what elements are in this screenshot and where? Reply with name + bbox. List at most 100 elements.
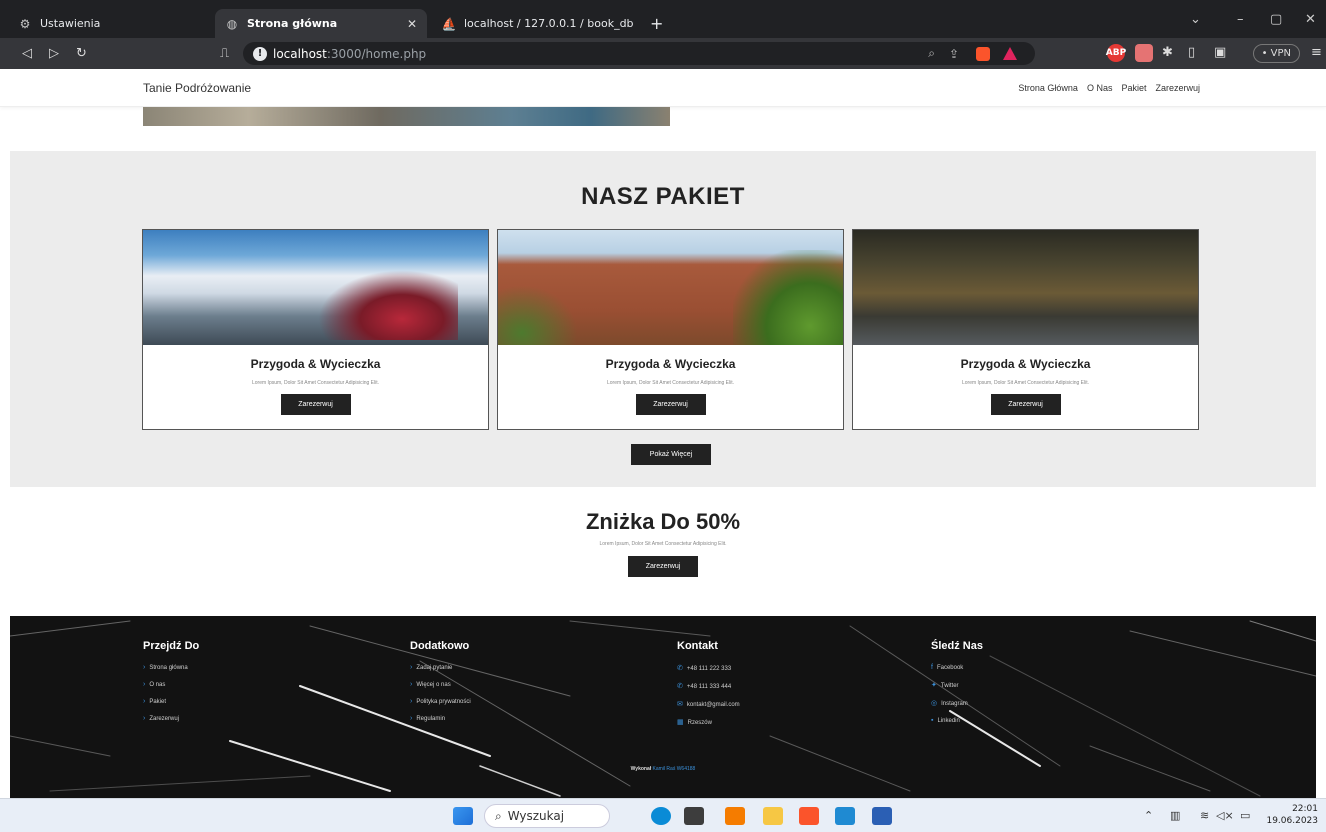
clock-time: 22:01: [1292, 804, 1318, 814]
vpn-button[interactable]: • VPN: [1252, 44, 1300, 63]
chevron-down-icon[interactable]: ⌄: [1190, 12, 1201, 27]
footer-link-home[interactable]: › Strona główna: [143, 664, 199, 671]
footer-link-linkedin[interactable]: ▪ Linkedin: [931, 717, 983, 724]
vscode-icon[interactable]: [835, 807, 855, 825]
restore-icon[interactable]: ▢: [1270, 12, 1282, 27]
footer-column-extra: Dodatkowo › Zadaj pytanie › Więcej o nas ›…: [410, 640, 471, 732]
chevron-right-icon: ›: [143, 681, 146, 688]
about-image: [143, 107, 670, 126]
footer-link-facebook[interactable]: f Facebook: [931, 664, 983, 671]
puzzle-icon[interactable]: ✱: [1162, 45, 1173, 60]
nav-link-book[interactable]: Zarezerwuj: [1155, 83, 1200, 93]
file-explorer-icon[interactable]: [763, 807, 783, 825]
share-icon[interactable]: ⇪: [949, 47, 959, 61]
book-button[interactable]: Zarezerwuj: [280, 394, 351, 415]
xampp-icon[interactable]: [725, 807, 745, 825]
reload-icon[interactable]: ↻: [76, 46, 87, 61]
zoom-icon[interactable]: ⌕: [928, 46, 935, 61]
footer-credit: Wykonał Kamil Raś W64188: [10, 766, 1316, 772]
windows-taskbar: ⌕ Wyszukaj ⌃ ▥ ≋ ◁× ▭ 22:01 19.06.2023: [0, 798, 1326, 832]
chevron-right-icon: ›: [143, 715, 146, 722]
tab-phpmyadmin[interactable]: ⛵ localhost / 127.0.0.1 / book_db / book: [432, 9, 637, 38]
nav-link-about[interactable]: O Nas: [1087, 83, 1113, 93]
card-image-brick-castle: [498, 230, 843, 345]
battery-icon[interactable]: ▭: [1240, 809, 1250, 822]
copilot-icon[interactable]: [651, 807, 671, 825]
taskbar-clock[interactable]: 22:01 19.06.2023: [1266, 803, 1318, 827]
book-button[interactable]: Zarezerwuj: [635, 394, 706, 415]
footer-phone-2[interactable]: ✆ +48 111 333 444: [677, 682, 740, 690]
url-path: :3000/home.php: [326, 46, 427, 61]
menu-icon[interactable]: ≡: [1311, 45, 1322, 60]
chevron-right-icon: ›: [143, 698, 146, 705]
url-host: localhost: [273, 46, 327, 61]
wallet-icon[interactable]: ▣: [1214, 45, 1226, 60]
brave-browser-icon[interactable]: [799, 807, 819, 825]
network-icon[interactable]: ▥: [1170, 809, 1180, 822]
task-view-icon[interactable]: [684, 807, 704, 825]
site-header: Tanie Podróżowanie Strona Główna O Nas P…: [0, 69, 1326, 107]
search-icon: ⌕: [495, 808, 502, 823]
nav-link-home[interactable]: Strona Główna: [1018, 83, 1078, 93]
map-icon: ▦: [677, 719, 684, 726]
phone-icon: ✆: [677, 683, 683, 690]
footer-link-about[interactable]: › O nas: [143, 681, 199, 688]
footer-email[interactable]: ✉ kontakt@gmail.com: [677, 700, 740, 708]
brave-shield-icon[interactable]: [976, 46, 990, 61]
browser-toolbar: ◁ ▷ ↻ ⎍ ! localhost:3000/home.php ⌕ ⇪ AB…: [0, 38, 1326, 69]
forward-icon[interactable]: ▷: [49, 46, 59, 61]
linkedin-icon: ▪: [931, 717, 934, 724]
volume-icon[interactable]: ◁×: [1216, 809, 1234, 822]
chevron-up-icon[interactable]: ⌃: [1144, 809, 1153, 822]
close-window-icon[interactable]: ✕: [1305, 12, 1316, 27]
tab-home[interactable]: ◍ Strona główna ✕: [215, 9, 427, 38]
discount-book-button[interactable]: Zarezerwuj: [628, 556, 698, 577]
phpmyadmin-icon: ⛵: [441, 16, 457, 31]
brave-rewards-icon[interactable]: [1003, 47, 1017, 60]
card-title: Przygoda & Wycieczka: [960, 357, 1091, 371]
footer-column-social: Śledź Nas f Facebook ✦ Twitter ◎ Instagram …: [931, 640, 983, 734]
new-tab-button[interactable]: +: [640, 9, 673, 38]
info-icon[interactable]: !: [253, 46, 267, 61]
card-text: Lorem Ipsum, Dolor Sit Amet Consectetur …: [607, 380, 734, 386]
sidebar-icon[interactable]: ▯: [1188, 45, 1195, 60]
bookmark-icon[interactable]: ⎍: [220, 46, 229, 61]
footer-link-instagram[interactable]: ◎ Instagram: [931, 699, 983, 707]
discount-text: Lorem Ipsum, Dolor Sit Amet Consectetur …: [599, 541, 727, 547]
footer-link-terms[interactable]: › Regulamin: [410, 715, 471, 722]
taskbar-search[interactable]: ⌕ Wyszukaj: [484, 804, 610, 828]
tab-settings[interactable]: ⚙ Ustawienia: [8, 9, 208, 38]
footer-phone-1[interactable]: ✆ +48 111 222 333: [677, 664, 740, 672]
gear-icon: ⚙: [19, 16, 31, 31]
start-icon[interactable]: [453, 807, 473, 825]
package-card: Przygoda & Wycieczka Lorem Ipsum, Dolor …: [497, 229, 844, 430]
close-icon[interactable]: ✕: [407, 17, 417, 31]
chevron-right-icon: ›: [410, 681, 413, 688]
site-brand[interactable]: Tanie Podróżowanie: [143, 81, 251, 95]
extension-icon[interactable]: [1135, 44, 1153, 62]
footer-link-more-about[interactable]: › Więcej o nas: [410, 681, 471, 688]
minimize-icon[interactable]: –: [1237, 12, 1244, 27]
footer-link-privacy[interactable]: › Polityka prywatności: [410, 698, 471, 705]
credit-prefix: Wykonał: [630, 766, 652, 772]
card-image-dark-hillside: [853, 230, 1198, 345]
globe-icon: ◍: [226, 16, 238, 31]
footer-heading: Kontakt: [677, 640, 718, 652]
footer-link-ask[interactable]: › Zadaj pytanie: [410, 664, 471, 671]
address-bar[interactable]: ! localhost:3000/home.php ⌕ ⇪: [243, 42, 1035, 65]
show-more-button[interactable]: Pokaż Więcej: [631, 444, 711, 465]
adblock-icon[interactable]: ABP: [1106, 44, 1126, 62]
footer-link-package[interactable]: › Pakiet: [143, 698, 199, 705]
tab-label: Ustawienia: [40, 17, 101, 30]
nav-link-package[interactable]: Pakiet: [1121, 83, 1146, 93]
word-icon[interactable]: [872, 807, 892, 825]
book-button[interactable]: Zarezerwuj: [990, 394, 1061, 415]
back-icon[interactable]: ◁: [22, 46, 32, 61]
footer-link-book[interactable]: › Zarezerwuj: [143, 715, 199, 722]
package-section: NASZ PAKIET Przygoda & Wycieczka Lorem I…: [10, 151, 1316, 487]
footer-link-twitter[interactable]: ✦ Twitter: [931, 681, 983, 689]
browser-tab-bar: ⚙ Ustawienia ◍ Strona główna ✕ ⛵ localho…: [0, 0, 1326, 38]
footer-location: ▦ Rzeszów: [677, 719, 712, 726]
wifi-icon[interactable]: ≋: [1200, 809, 1209, 822]
credit-author[interactable]: Kamil Raś W64188: [653, 766, 696, 772]
